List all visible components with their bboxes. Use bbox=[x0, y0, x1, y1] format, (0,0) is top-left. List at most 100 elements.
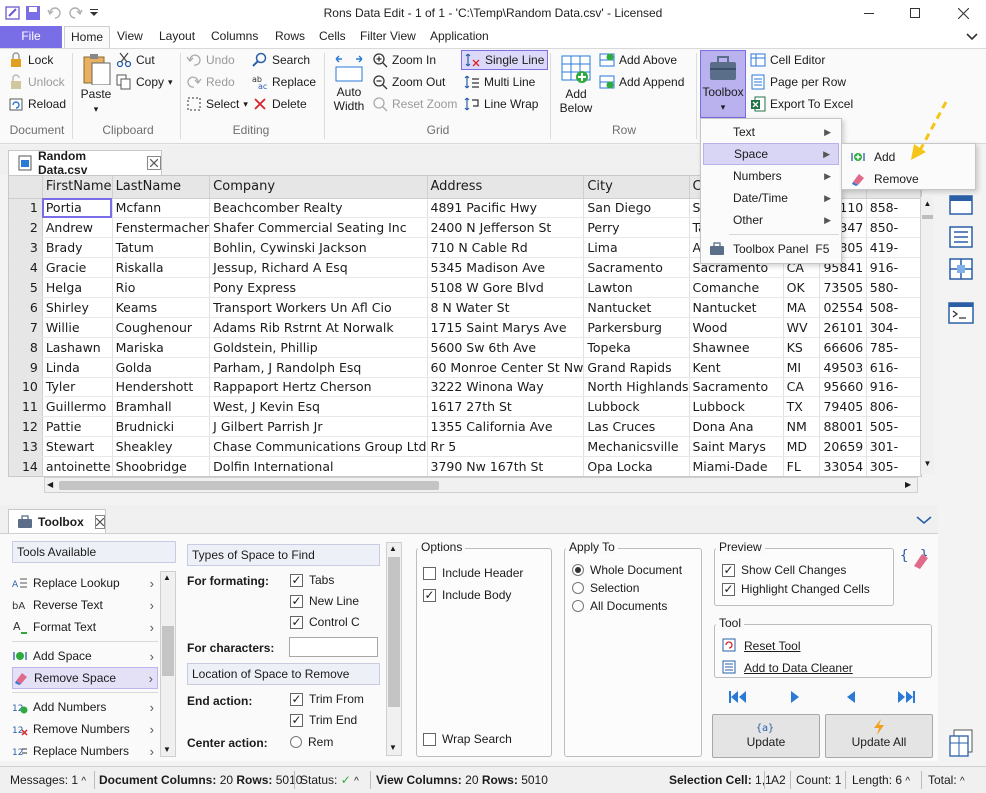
menu-item-text[interactable]: Text ▶ bbox=[703, 121, 839, 143]
grid-cell[interactable]: 505- bbox=[866, 416, 921, 438]
grid-cell[interactable]: Guillermo bbox=[42, 396, 113, 418]
grid-cell[interactable]: 508- bbox=[866, 297, 921, 318]
grid-cell[interactable]: MI bbox=[783, 357, 821, 378]
previous-match-icon[interactable] bbox=[844, 690, 858, 704]
minimize-button[interactable] bbox=[846, 0, 892, 26]
grid-cell[interactable]: Brudnicki bbox=[112, 416, 211, 438]
control-checkbox[interactable]: ✓ Control C bbox=[290, 613, 385, 631]
grid-cell[interactable]: Shoobridge bbox=[112, 456, 211, 476]
row-number[interactable]: 7 bbox=[9, 317, 43, 338]
grid-cell[interactable]: Helga bbox=[42, 277, 113, 298]
wrap-search-checkbox[interactable]: Wrap Search bbox=[423, 730, 512, 748]
tool-reverse-text[interactable]: bA Reverse Text › bbox=[12, 594, 158, 616]
grid-cell[interactable]: Shirley bbox=[42, 297, 113, 318]
column-header[interactable]: FirstName bbox=[42, 176, 113, 199]
side-panel-console-icon[interactable] bbox=[946, 300, 976, 328]
grid-cell[interactable]: 806- bbox=[866, 396, 921, 418]
grid-cell[interactable]: 26101 bbox=[819, 317, 867, 338]
scroll-thumb[interactable] bbox=[162, 626, 174, 676]
grid-cell[interactable]: Linda bbox=[42, 357, 113, 378]
grid-cell[interactable]: TX bbox=[783, 396, 821, 418]
grid-cell[interactable]: Portia bbox=[42, 198, 113, 219]
grid-cell[interactable]: 2400 N Jefferson St bbox=[427, 217, 585, 239]
grid-cell[interactable]: KS bbox=[783, 337, 821, 358]
row-number[interactable]: 14 bbox=[9, 456, 43, 476]
next-match-icon[interactable] bbox=[788, 690, 802, 704]
grid-cell[interactable]: Shawnee bbox=[689, 337, 784, 358]
grid-cell[interactable]: Nantucket bbox=[689, 297, 784, 318]
grid-cell[interactable]: 3790 Nw 167th St bbox=[427, 456, 585, 476]
grid-horizontal-scrollbar[interactable]: ◀ ▶ bbox=[44, 477, 918, 493]
grid-cell[interactable]: 3222 Winona Way bbox=[427, 377, 585, 398]
selection-radio[interactable]: Selection bbox=[572, 579, 639, 597]
grid-cell[interactable]: antoinette bbox=[42, 456, 113, 476]
grid-cell[interactable]: Miami-Dade bbox=[689, 456, 784, 476]
scroll-down-icon[interactable]: ▼ bbox=[922, 459, 933, 471]
grid-cell[interactable]: Bohlin, Cywinski Jackson bbox=[209, 237, 428, 259]
grid-cell[interactable]: Keams bbox=[112, 297, 211, 318]
status-indicator[interactable]: Status: ✓ ^ bbox=[300, 773, 359, 787]
side-panel-grid-icon[interactable] bbox=[946, 256, 976, 284]
grid-cell[interactable]: Lawton bbox=[583, 277, 690, 298]
options-scrollbar[interactable]: ▲ ▼ bbox=[386, 542, 402, 756]
redo-button[interactable]: Redo bbox=[186, 72, 235, 92]
grid-cell[interactable]: 20659 bbox=[819, 436, 867, 458]
grid-cell[interactable]: Bramhall bbox=[112, 396, 211, 418]
close-tab-icon[interactable] bbox=[94, 514, 105, 529]
grid-cell[interactable]: Sacramento bbox=[689, 377, 784, 398]
grid-cell[interactable]: 79405 bbox=[819, 396, 867, 418]
scroll-up-icon[interactable]: ▲ bbox=[389, 544, 397, 553]
tool-add-numbers[interactable]: 12 Add Numbers › bbox=[12, 696, 158, 718]
grid-cell[interactable]: Coughenour bbox=[112, 317, 211, 338]
grid-cell[interactable]: Riskalla bbox=[112, 257, 211, 279]
grid-cell[interactable]: 304- bbox=[866, 317, 921, 338]
search-button[interactable]: Search bbox=[252, 50, 310, 70]
grid-cell[interactable]: Mariska bbox=[112, 337, 211, 358]
grid-cell[interactable]: Pattie bbox=[42, 416, 113, 438]
show-cell-changes-checkbox[interactable]: ✓ Show Cell Changes bbox=[722, 561, 846, 579]
grid-cell[interactable]: Parkersburg bbox=[583, 317, 690, 338]
grid-cell[interactable]: West, J Kevin Esq bbox=[209, 396, 428, 418]
grid-cell[interactable]: 95660 bbox=[819, 377, 867, 398]
total-status[interactable]: Total: ^ bbox=[928, 773, 965, 787]
lock-button[interactable]: Lock bbox=[8, 50, 53, 70]
grid-cell[interactable]: Beachcomber Realty bbox=[209, 198, 428, 219]
grid-cell[interactable]: 1617 27th St bbox=[427, 396, 585, 418]
grid-cell[interactable]: Perry bbox=[583, 217, 690, 239]
grid-cell[interactable]: 710 N Cable Rd bbox=[427, 237, 585, 259]
grid-cell[interactable]: Topeka bbox=[583, 337, 690, 358]
grid-cell[interactable]: NM bbox=[783, 416, 821, 438]
update-button[interactable]: {a} Update bbox=[712, 714, 820, 758]
side-panel-list-icon[interactable] bbox=[946, 224, 976, 252]
new-line-checkbox[interactable]: ✓ New Line bbox=[290, 592, 385, 610]
whole-document-radio[interactable]: Whole Document bbox=[572, 561, 682, 579]
grid-cell[interactable]: 1715 Saint Marys Ave bbox=[427, 317, 585, 338]
grid-cell[interactable]: Wood bbox=[689, 317, 784, 338]
row-number[interactable]: 2 bbox=[9, 217, 43, 239]
tool-format-text[interactable]: A Format Text › bbox=[12, 616, 158, 638]
menu-item-date-time[interactable]: Date/Time ▶ bbox=[703, 187, 839, 209]
grid-cell[interactable]: Lubbock bbox=[583, 396, 690, 418]
delete-button[interactable]: Delete bbox=[252, 94, 307, 114]
cell-editor-button[interactable]: Cell Editor bbox=[750, 50, 825, 70]
grid-cell[interactable]: Adams Rib Rstrnt At Norwalk bbox=[209, 317, 428, 338]
toolbox-tab[interactable]: Toolbox bbox=[8, 509, 106, 533]
tool-remove-space[interactable]: Remove Space › bbox=[12, 667, 158, 689]
add-append-button[interactable]: Add Append bbox=[599, 72, 684, 92]
grid-cell[interactable]: Nantucket bbox=[583, 297, 690, 318]
grid-cell[interactable]: WV bbox=[783, 317, 821, 338]
tab-columns[interactable]: Columns bbox=[205, 26, 264, 48]
trim-end-checkbox[interactable]: ✓ Trim End bbox=[290, 711, 385, 729]
grid-cell[interactable]: Pony Express bbox=[209, 277, 428, 298]
document-tab[interactable]: Random Data.csv bbox=[8, 149, 162, 177]
highlight-changed-cells-checkbox[interactable]: ✓ Highlight Changed Cells bbox=[722, 580, 870, 598]
row-number[interactable]: 1 bbox=[9, 198, 43, 219]
grid-cell[interactable]: Opa Locka bbox=[583, 456, 690, 476]
grid-cell[interactable]: 785- bbox=[866, 337, 921, 358]
grid-cell[interactable]: Grand Rapids bbox=[583, 357, 690, 378]
grid-cell[interactable]: Mcfann bbox=[112, 198, 211, 219]
zoom-in-button[interactable]: Zoom In bbox=[372, 50, 436, 70]
grid-cell[interactable]: Chase Communications Group Ltd bbox=[209, 436, 428, 458]
tool-add-space[interactable]: Add Space › bbox=[12, 645, 158, 667]
page-per-row-button[interactable]: Page per Row bbox=[750, 72, 846, 92]
